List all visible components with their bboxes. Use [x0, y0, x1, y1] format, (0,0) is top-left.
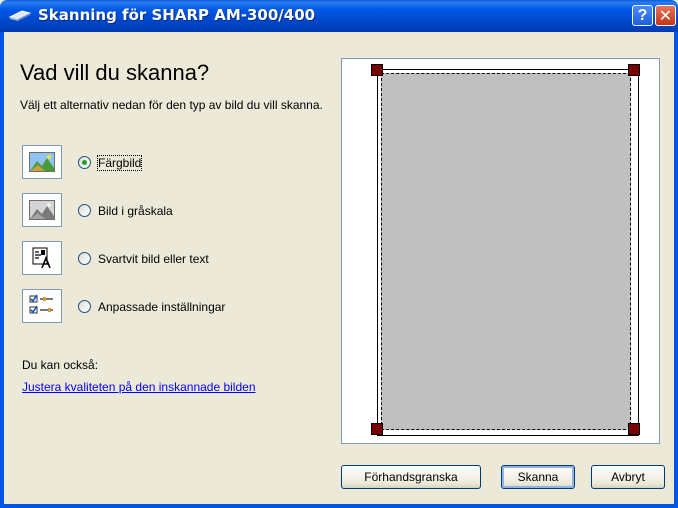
- preview-pane: [341, 58, 660, 444]
- black-white-text-icon[interactable]: [22, 241, 62, 275]
- color-picture-radio[interactable]: [78, 156, 91, 169]
- color-picture-icon[interactable]: [22, 145, 62, 179]
- custom-settings-icon[interactable]: [22, 289, 62, 323]
- scan-button[interactable]: Skanna: [501, 465, 575, 489]
- option-custom-settings[interactable]: Anpassade inställningar: [22, 289, 322, 325]
- title-bar[interactable]: Skanning för SHARP AM-300/400 ? ✕: [0, 0, 678, 32]
- scanner-icon: [8, 10, 32, 21]
- adjust-quality-link[interactable]: Justera kvaliteten på den inskannade bil…: [22, 380, 256, 394]
- crop-handle-top-left[interactable]: [371, 64, 383, 76]
- option-black-white-text[interactable]: Svartvit bild eller text: [22, 241, 322, 277]
- custom-settings-label[interactable]: Anpassade inställningar: [98, 300, 225, 314]
- window-frame-right: [674, 32, 678, 508]
- scan-dialog: Skanning för SHARP AM-300/400 ? ✕ Vad vi…: [0, 0, 678, 508]
- scan-area-selection[interactable]: [381, 73, 631, 430]
- black-white-text-radio[interactable]: [78, 252, 91, 265]
- crop-handle-bottom-right[interactable]: [628, 423, 640, 435]
- page-title: Vad vill du skanna?: [20, 60, 210, 85]
- black-white-text-label[interactable]: Svartvit bild eller text: [98, 252, 209, 266]
- window-title: Skanning för SHARP AM-300/400: [38, 6, 316, 24]
- custom-settings-radio[interactable]: [78, 300, 91, 313]
- grayscale-picture-icon[interactable]: [22, 193, 62, 227]
- option-grayscale-picture[interactable]: Bild i gråskala: [22, 193, 322, 229]
- grayscale-picture-radio[interactable]: [78, 204, 91, 217]
- window-frame-left: [0, 32, 4, 508]
- help-button[interactable]: ?: [632, 5, 653, 26]
- grayscale-picture-label[interactable]: Bild i gråskala: [98, 204, 173, 218]
- also-label: Du kan också:: [22, 358, 99, 372]
- preview-button[interactable]: Förhandsgranska: [341, 465, 481, 489]
- cancel-button[interactable]: Avbryt: [591, 465, 665, 489]
- instruction-text: Välj ett alternativ nedan för den typ av…: [20, 98, 323, 112]
- crop-handle-top-right[interactable]: [628, 64, 640, 76]
- color-picture-label[interactable]: Färgbild: [96, 155, 143, 171]
- window-frame-bottom: [0, 504, 678, 508]
- close-button[interactable]: ✕: [655, 5, 676, 26]
- crop-handle-bottom-left[interactable]: [371, 423, 383, 435]
- option-color-picture[interactable]: Färgbild: [22, 145, 322, 181]
